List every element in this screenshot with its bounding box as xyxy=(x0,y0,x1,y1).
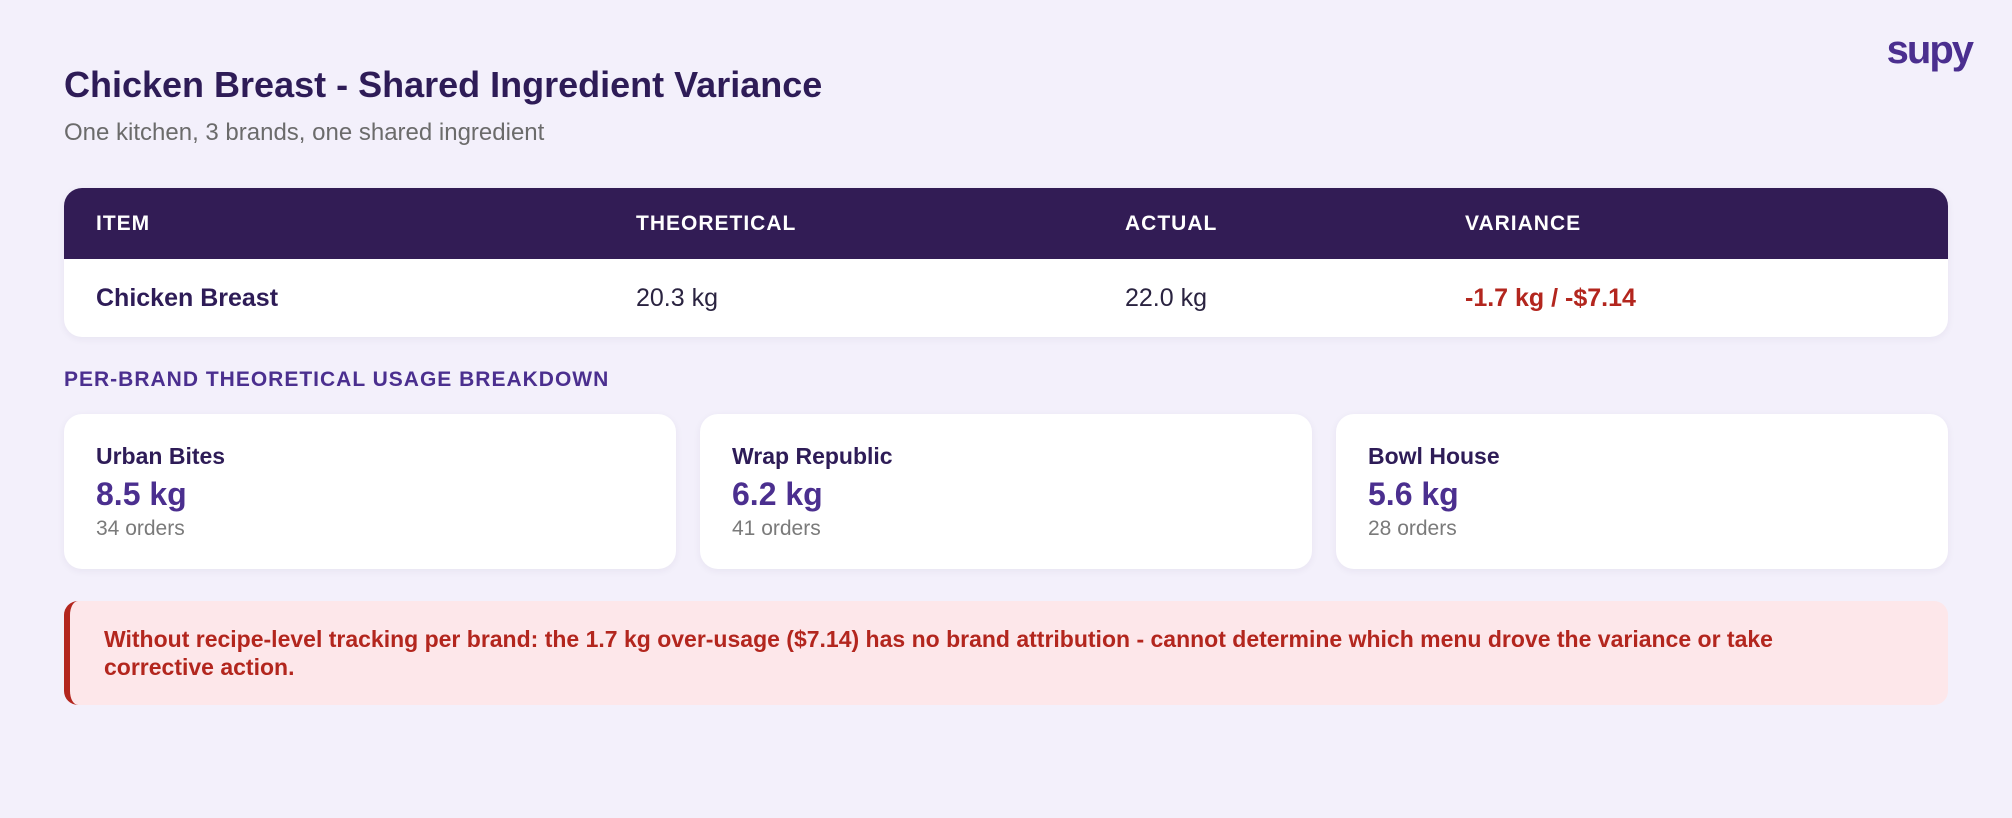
brand-cards: Urban Bites 8.5 kg 34 orders Wrap Republ… xyxy=(64,414,1948,569)
column-header-theoretical: THEORETICAL xyxy=(636,212,797,235)
brand-card-urban-bites: Urban Bites 8.5 kg 34 orders xyxy=(64,414,676,569)
cell-actual: 22.0 kg xyxy=(1125,284,1208,312)
brand-orders: 41 orders xyxy=(732,517,821,540)
brand-name: Urban Bites xyxy=(96,443,226,469)
cell-item: Chicken Breast xyxy=(96,284,279,312)
brand-name: Wrap Republic xyxy=(732,443,893,469)
supy-logo: supy xyxy=(1886,28,1974,72)
brand-orders: 34 orders xyxy=(96,517,185,540)
variance-table: ITEM THEORETICAL ACTUAL VARIANCE Chicken… xyxy=(64,188,1948,337)
brand-name: Bowl House xyxy=(1368,443,1500,469)
column-header-variance: VARIANCE xyxy=(1465,212,1582,235)
cell-theoretical: 20.3 kg xyxy=(636,284,719,312)
column-header-item: ITEM xyxy=(96,212,151,235)
cell-variance: -1.7 kg / -$7.14 xyxy=(1465,284,1636,312)
brand-quantity: 6.2 kg xyxy=(732,476,823,512)
table-row: Chicken Breast 20.3 kg 22.0 kg -1.7 kg /… xyxy=(64,259,1948,337)
breakdown-section-label: PER-BRAND THEORETICAL USAGE BREAKDOWN xyxy=(64,368,610,391)
table-header: ITEM THEORETICAL ACTUAL VARIANCE xyxy=(64,188,1948,259)
brand-card-wrap-republic: Wrap Republic 6.2 kg 41 orders xyxy=(700,414,1312,569)
attribution-warning-alert: Without recipe-level tracking per brand:… xyxy=(64,601,1948,705)
brand-quantity: 5.6 kg xyxy=(1368,476,1459,512)
brand-quantity: 8.5 kg xyxy=(96,476,187,512)
brand-card-bowl-house: Bowl House 5.6 kg 28 orders xyxy=(1336,414,1948,569)
page-subtitle: One kitchen, 3 brands, one shared ingred… xyxy=(64,119,545,146)
page-title: Chicken Breast - Shared Ingredient Varia… xyxy=(64,64,823,105)
column-header-actual: ACTUAL xyxy=(1125,212,1218,235)
alert-message: Without recipe-level tracking per brand:… xyxy=(104,626,1773,680)
brand-orders: 28 orders xyxy=(1368,517,1457,540)
